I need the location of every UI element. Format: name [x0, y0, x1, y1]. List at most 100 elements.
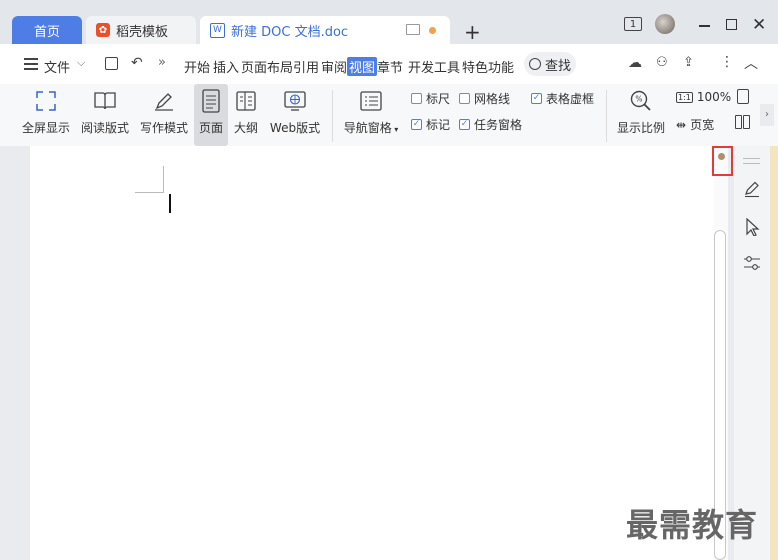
- gridline-label: 网格线: [474, 92, 511, 106]
- tab-bar: 首页 ✿ 稻壳模板 W 新建 DOC 文档.doc + 1 ✕: [0, 0, 778, 44]
- chevron-down-icon: ▾: [391, 125, 399, 134]
- fullscreen-icon: [33, 88, 59, 114]
- write-mode-button[interactable]: 写作模式: [138, 84, 190, 146]
- menu-item-start[interactable]: 开始: [184, 57, 210, 76]
- tab-template-label: 稻壳模板: [116, 24, 169, 40]
- ruler-checkbox[interactable]: 标尺: [411, 90, 450, 107]
- unsaved-dot-icon: [429, 27, 436, 34]
- one-to-one-icon: 1:1: [676, 91, 693, 103]
- checkbox-checked[interactable]: ✓: [411, 119, 422, 130]
- close-icon[interactable]: ✕: [752, 15, 766, 35]
- screen-icon[interactable]: [406, 24, 420, 35]
- right-toolbar: [734, 146, 770, 560]
- web-layout-button[interactable]: Web版式: [267, 84, 323, 146]
- zoom-ratio-button[interactable]: % 显示比例: [614, 84, 668, 146]
- search-box[interactable]: 查找: [524, 52, 576, 76]
- read-mode-button[interactable]: 阅读版式: [78, 84, 132, 146]
- docer-logo-icon: ✿: [96, 23, 110, 37]
- fullscreen-button[interactable]: 全屏显示: [20, 84, 72, 146]
- read-mode-label: 阅读版式: [80, 121, 129, 135]
- background-window-strip: [770, 146, 778, 560]
- share-icon[interactable]: ⇪: [683, 55, 694, 70]
- task-pane-label: 任务窗格: [474, 118, 523, 132]
- settings-sliders-icon[interactable]: [742, 254, 762, 272]
- hamburger-icon[interactable]: [24, 58, 38, 70]
- menu-item-reference[interactable]: 引用: [293, 57, 319, 76]
- ribbon-scroll-right-icon[interactable]: ›: [760, 104, 774, 126]
- document-page[interactable]: [30, 146, 716, 560]
- checkbox-box[interactable]: [411, 93, 422, 104]
- chevron-down-icon[interactable]: ⌵: [77, 56, 85, 70]
- checkbox-checked[interactable]: ✓: [531, 93, 542, 104]
- menu-item-view[interactable]: 视图: [347, 57, 378, 76]
- more-vertical-icon[interactable]: ⋮: [720, 54, 734, 70]
- page-icon: [198, 88, 224, 114]
- menu-item-developer[interactable]: 开发工具: [408, 57, 460, 76]
- new-tab-icon[interactable]: +: [464, 20, 481, 44]
- undo-icon[interactable]: ↶: [131, 55, 143, 71]
- markup-checkbox[interactable]: ✓ 标记: [411, 116, 450, 133]
- page-width-icon: ⇹: [676, 117, 687, 132]
- zoom-100-button[interactable]: 1:1 100%: [676, 90, 731, 104]
- file-menu[interactable]: 文件: [44, 57, 70, 76]
- search-icon: [528, 58, 541, 70]
- write-mode-label: 写作模式: [139, 121, 188, 135]
- text-cursor: [169, 194, 171, 213]
- page-width-label: 页宽: [690, 118, 715, 132]
- ruler-label: 标尺: [426, 92, 451, 106]
- add-user-icon[interactable]: ⚇: [656, 55, 668, 70]
- more-quick-icon[interactable]: »: [158, 55, 166, 70]
- avatar[interactable]: [655, 14, 675, 34]
- menu-item-insert[interactable]: 插入: [213, 57, 239, 76]
- maximize-icon[interactable]: [726, 19, 737, 30]
- cloud-icon[interactable]: ☁: [628, 55, 642, 71]
- margin-corner-mark: [135, 166, 164, 193]
- gridline-checkbox[interactable]: 网格线: [459, 90, 510, 107]
- nav-pane-icon: [358, 88, 384, 114]
- outline-button[interactable]: 大纲: [231, 84, 261, 146]
- menu-item-review[interactable]: 审阅: [321, 57, 347, 76]
- ribbon-separator: [606, 90, 607, 142]
- ribbon: 全屏显示 阅读版式 写作模式 页面 大纲 Web版式 导航窗格 ▾ 标尺 网格线…: [0, 84, 778, 146]
- tab-home-label: 首页: [33, 24, 60, 40]
- search-label: 查找: [544, 58, 571, 74]
- outline-label: 大纲: [233, 121, 258, 135]
- page-width-button[interactable]: ⇹ 页宽: [676, 116, 714, 133]
- check-icon: ✓: [460, 119, 469, 129]
- scroll-highlight-box[interactable]: [712, 146, 733, 176]
- book-icon: [92, 88, 118, 114]
- collapse-ribbon-icon[interactable]: ︿: [744, 53, 758, 73]
- outline-icon: [233, 88, 259, 114]
- double-page-icon[interactable]: [735, 115, 751, 129]
- web-layout-label: Web版式: [269, 121, 321, 135]
- menu-item-layout[interactable]: 页面布局: [241, 57, 293, 76]
- check-icon: ✓: [532, 93, 541, 103]
- menu-item-special[interactable]: 特色功能: [462, 57, 514, 76]
- checkbox-checked[interactable]: ✓: [459, 119, 470, 130]
- tab-home[interactable]: 首页: [12, 16, 82, 44]
- select-cursor-icon[interactable]: [745, 218, 761, 236]
- nav-pane-button[interactable]: 导航窗格 ▾: [340, 84, 402, 146]
- menu-bar: 文件 ⌵ ↶ » 开始 插入 页面布局 引用 审阅 视图 章节 开发工具 特色功…: [0, 44, 778, 85]
- watermark-text: 最需教育: [626, 506, 759, 544]
- menu-item-chapter[interactable]: 章节: [377, 57, 403, 76]
- check-icon: ✓: [412, 119, 421, 129]
- document-icon[interactable]: [737, 89, 749, 104]
- table-border-checkbox[interactable]: ✓ 表格虚框: [531, 90, 594, 107]
- checkbox-box[interactable]: [459, 93, 470, 104]
- save-icon[interactable]: [105, 57, 118, 70]
- drag-handle-icon[interactable]: [743, 158, 760, 164]
- pen-tool-icon[interactable]: [743, 180, 761, 198]
- pen-icon: [151, 88, 177, 114]
- page-indicator[interactable]: 1: [624, 17, 642, 31]
- web-icon: [282, 88, 308, 114]
- tab-document[interactable]: W 新建 DOC 文档.doc: [200, 16, 450, 44]
- zoom-value: 100%: [696, 90, 732, 104]
- svg-text:%: %: [635, 95, 642, 104]
- scroll-marker-icon: [718, 153, 725, 160]
- tab-template[interactable]: ✿ 稻壳模板: [86, 16, 196, 44]
- minimize-icon[interactable]: [699, 25, 710, 27]
- page-view-button[interactable]: 页面: [194, 84, 228, 146]
- task-pane-checkbox[interactable]: ✓ 任务窗格: [459, 116, 522, 133]
- nav-pane-label: 导航窗格 ▾: [343, 121, 399, 135]
